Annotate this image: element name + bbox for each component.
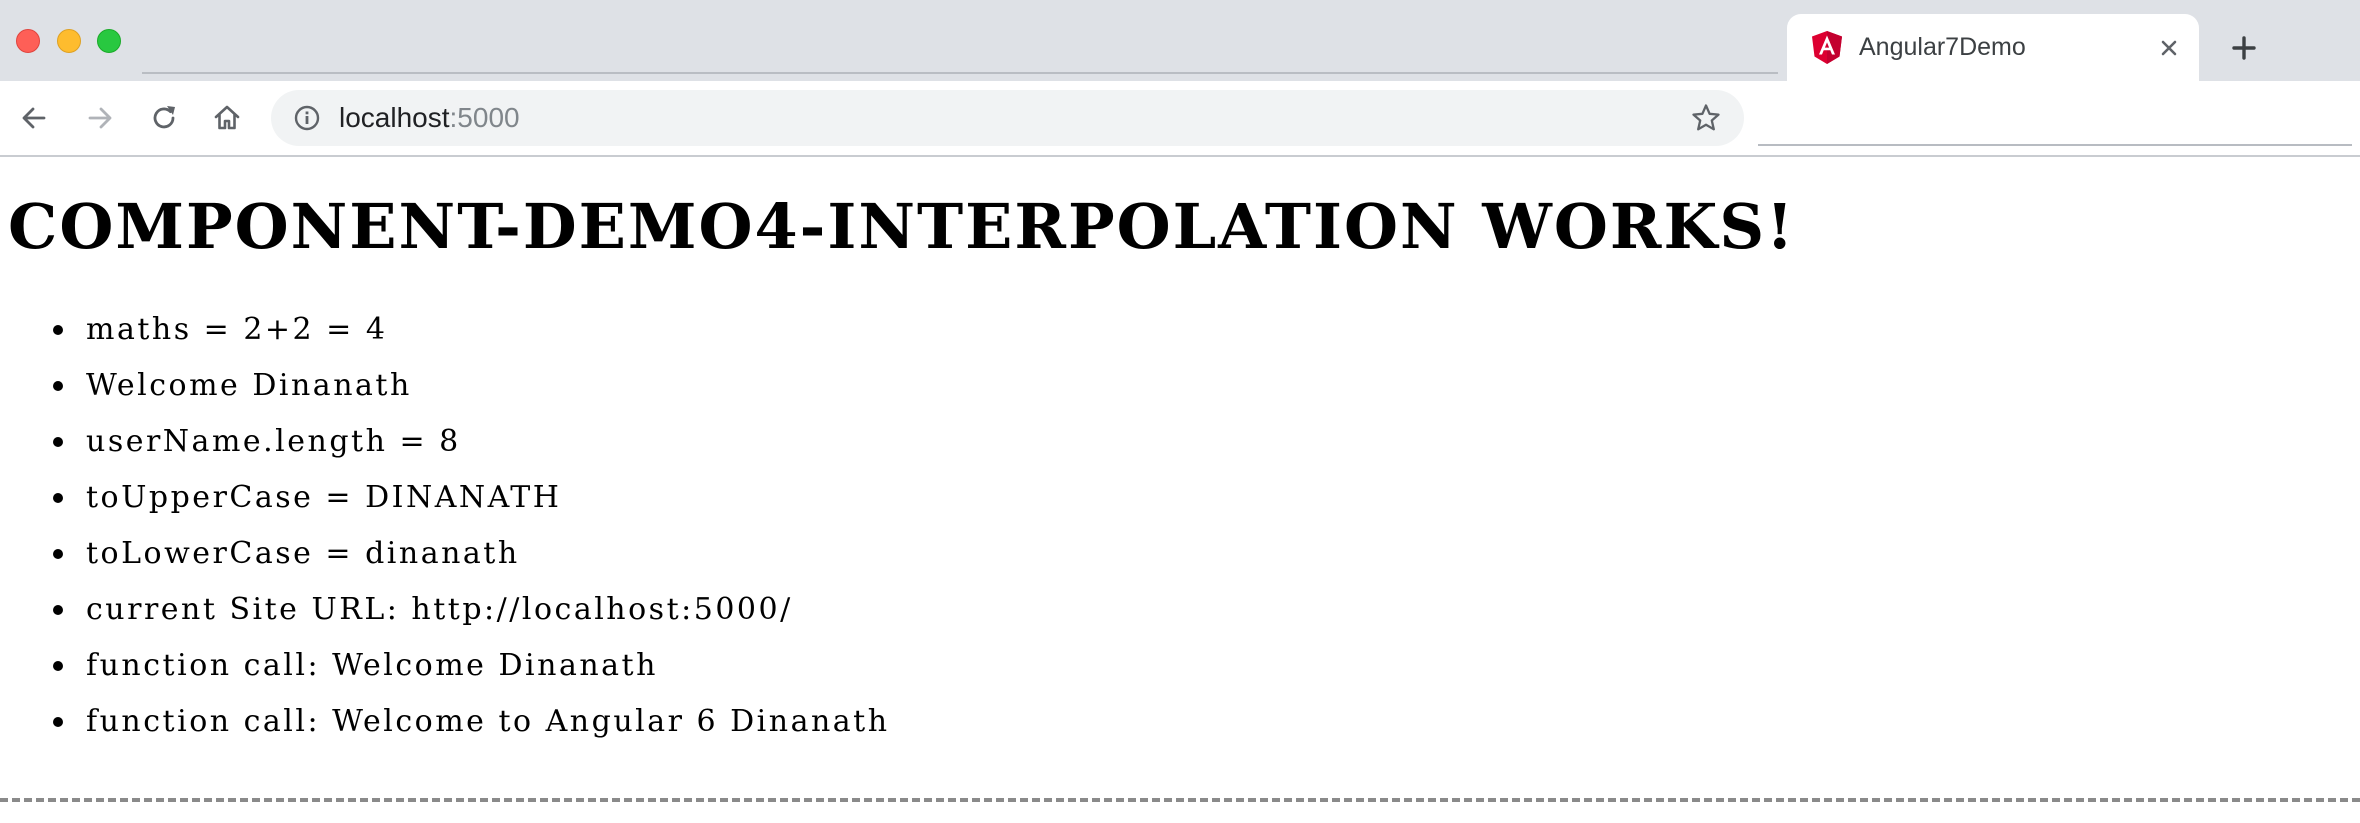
home-icon[interactable] (209, 100, 245, 136)
list-item-text: Welcome Dinanath (86, 368, 412, 403)
address-bar[interactable]: localhost:5000 (271, 90, 1744, 146)
arrow-right-icon[interactable] (82, 100, 118, 136)
bullet (53, 717, 63, 727)
plus-icon[interactable] (2224, 28, 2264, 68)
bullet (53, 661, 63, 671)
bullet (53, 437, 63, 447)
bullet (53, 381, 63, 391)
bullet (53, 605, 63, 615)
list-item: maths = 2+2 = 4 (53, 302, 890, 358)
browser-tab[interactable]: Angular7Demo (1787, 14, 2199, 81)
list-item-text: maths = 2+2 = 4 (86, 312, 388, 347)
arrow-left-icon[interactable] (16, 100, 52, 136)
list-item: function call: Welcome to Angular 6 Dina… (53, 694, 890, 750)
close-icon[interactable] (2155, 34, 2183, 62)
list-item: Welcome Dinanath (53, 358, 890, 414)
url-host: localhost (339, 102, 450, 133)
url-text[interactable]: localhost:5000 (339, 102, 520, 134)
list-item-text: function call: Welcome Dinanath (86, 648, 658, 683)
list-item-text: userName.length = 8 (86, 424, 461, 459)
dashed-separator (0, 798, 2360, 802)
interpolation-list: maths = 2+2 = 4 Welcome Dinanath userNam… (0, 302, 890, 750)
list-item-text: function call: Welcome to Angular 6 Dina… (86, 704, 890, 739)
browser-titlebar: Angular7Demo (0, 0, 2360, 81)
extension-area-divider (1758, 144, 2352, 146)
angular-logo-icon (1812, 31, 1842, 64)
list-item-text: current Site URL: http://localhost:5000/ (86, 592, 793, 627)
list-item: function call: Welcome Dinanath (53, 638, 890, 694)
list-item: toLowerCase = dinanath (53, 526, 890, 582)
page-title: COMPONENT-DEMO4-INTERPOLATION WORKS! (8, 190, 1796, 263)
maximize-window-button[interactable] (97, 29, 121, 53)
star-icon[interactable] (1690, 102, 1722, 134)
list-item-text: toLowerCase = dinanath (86, 536, 520, 571)
tab-strip-divider (142, 72, 1778, 74)
list-item: toUpperCase = DINANATH (53, 470, 890, 526)
bullet (53, 493, 63, 503)
url-port: :5000 (449, 102, 520, 133)
close-window-button[interactable] (16, 29, 40, 53)
info-icon[interactable] (293, 104, 321, 132)
bullet (53, 549, 63, 559)
minimize-window-button[interactable] (57, 29, 81, 53)
list-item-text: toUpperCase = DINANATH (86, 480, 562, 515)
page-content: COMPONENT-DEMO4-INTERPOLATION WORKS! mat… (0, 157, 2360, 823)
list-item: userName.length = 8 (53, 414, 890, 470)
reload-icon[interactable] (146, 100, 182, 136)
bullet (53, 325, 63, 335)
tab-title: Angular7Demo (1859, 33, 2026, 61)
list-item: current Site URL: http://localhost:5000/ (53, 582, 890, 638)
